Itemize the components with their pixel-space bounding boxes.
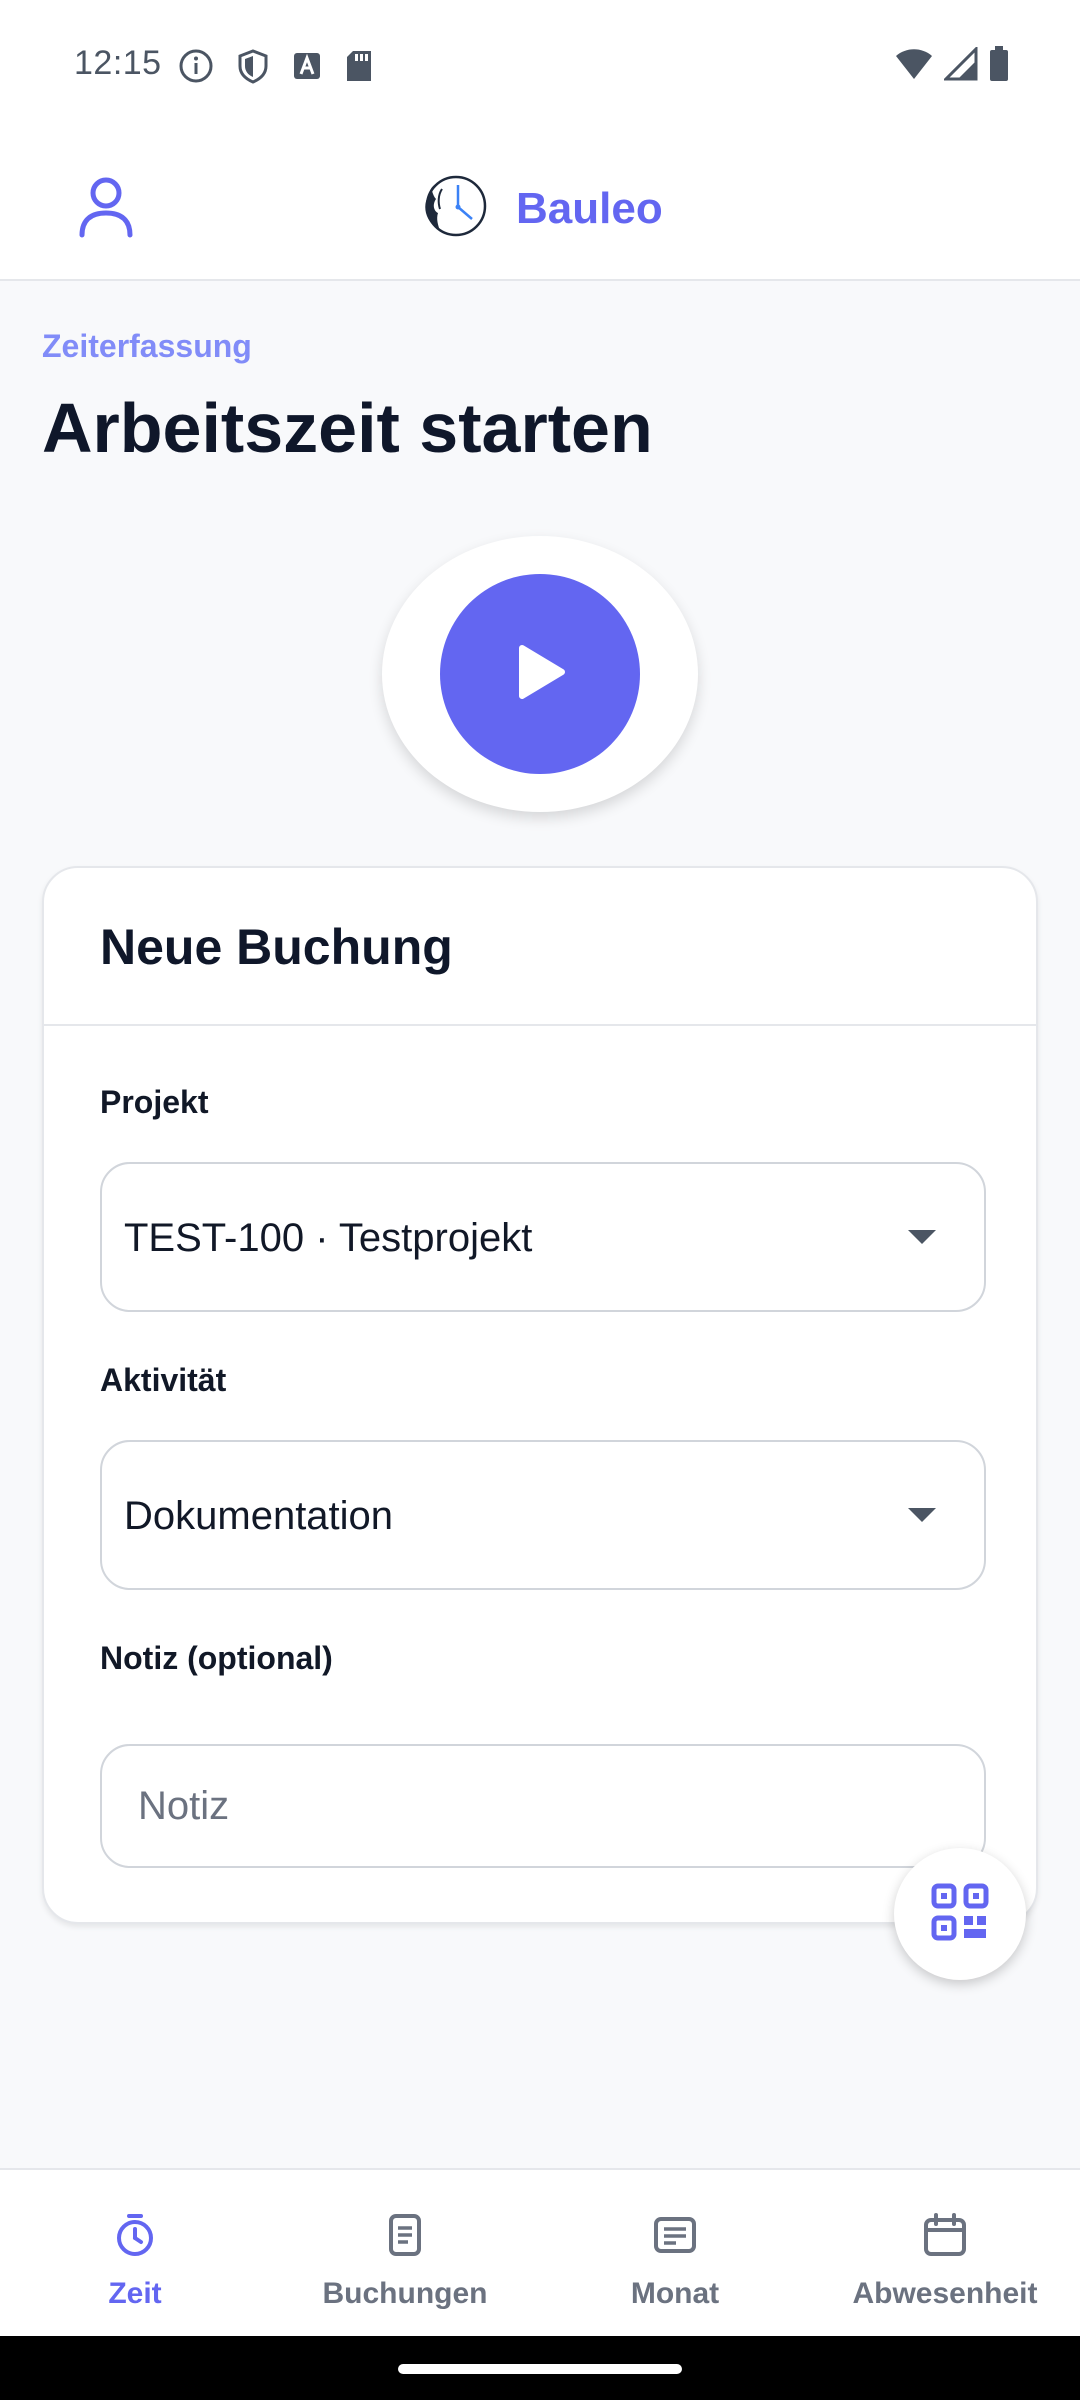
- nav-item-abwesenheit[interactable]: Abwesenheit: [810, 2170, 1080, 2336]
- project-select-value: TEST-100 · Testprojekt: [124, 1216, 533, 1260]
- cellular-signal-icon: [942, 45, 978, 86]
- document-icon: [382, 2212, 428, 2263]
- lion-clock-logo: [418, 171, 488, 246]
- status-icons-left: [178, 48, 374, 89]
- sd-card-icon: [344, 49, 374, 88]
- app-header: Bauleo: [0, 135, 1080, 281]
- page-title: Arbeitszeit starten: [42, 389, 653, 467]
- nav-label: Zeit: [108, 2277, 162, 2310]
- home-gesture-handle[interactable]: [398, 2364, 682, 2374]
- activity-label: Aktivität: [100, 1362, 227, 1398]
- shield-icon: [236, 48, 270, 89]
- profile-button[interactable]: [76, 175, 136, 241]
- nav-label: Abwesenheit: [852, 2277, 1038, 2310]
- brand: Bauleo: [418, 171, 663, 246]
- stopwatch-icon: [112, 2212, 158, 2263]
- booking-card: Neue Buchung Projekt TEST-100 · Testproj…: [42, 866, 1038, 1924]
- page-eyebrow: Zeiterfassung: [42, 328, 252, 364]
- battery-icon: [988, 46, 1010, 87]
- qr-code-icon: [931, 1883, 989, 1946]
- nav-item-buchungen[interactable]: Buchungen: [270, 2170, 540, 2336]
- chevron-down-icon: [908, 1508, 936, 1522]
- project-label: Projekt: [100, 1084, 209, 1120]
- start-button-container: [382, 536, 698, 812]
- status-bar: 12:15: [0, 0, 1080, 135]
- nav-item-zeit[interactable]: Zeit: [0, 2170, 270, 2336]
- wifi-icon: [894, 47, 934, 86]
- note-label: Notiz (optional): [100, 1640, 333, 1676]
- brand-name: Bauleo: [516, 183, 663, 233]
- status-icons-right: [894, 45, 1010, 87]
- font-a-icon: [292, 51, 322, 86]
- status-time: 12:15: [74, 44, 162, 82]
- calendar-icon: [922, 2212, 968, 2263]
- nav-item-monat[interactable]: Monat: [540, 2170, 810, 2336]
- qr-scan-button[interactable]: [894, 1848, 1026, 1980]
- play-icon: [512, 642, 568, 707]
- note-input[interactable]: [100, 1744, 986, 1868]
- nav-label: Monat: [630, 2277, 720, 2310]
- list-card-icon: [652, 2212, 698, 2263]
- bottom-nav: Zeit Buchungen Monat Abwesenheit: [0, 2168, 1080, 2336]
- project-select[interactable]: TEST-100 · Testprojekt: [100, 1162, 986, 1312]
- card-header: Neue Buchung: [44, 868, 1036, 1026]
- start-timer-button[interactable]: [440, 574, 640, 774]
- chevron-down-icon: [908, 1230, 936, 1244]
- system-navigation-bar: [0, 2336, 1080, 2400]
- activity-select-value: Dokumentation: [124, 1494, 394, 1538]
- activity-select[interactable]: Dokumentation: [100, 1440, 986, 1590]
- nav-label: Buchungen: [322, 2277, 488, 2310]
- person-icon: [76, 177, 136, 245]
- info-circle-icon: [178, 48, 214, 89]
- card-title: Neue Buchung: [100, 919, 453, 975]
